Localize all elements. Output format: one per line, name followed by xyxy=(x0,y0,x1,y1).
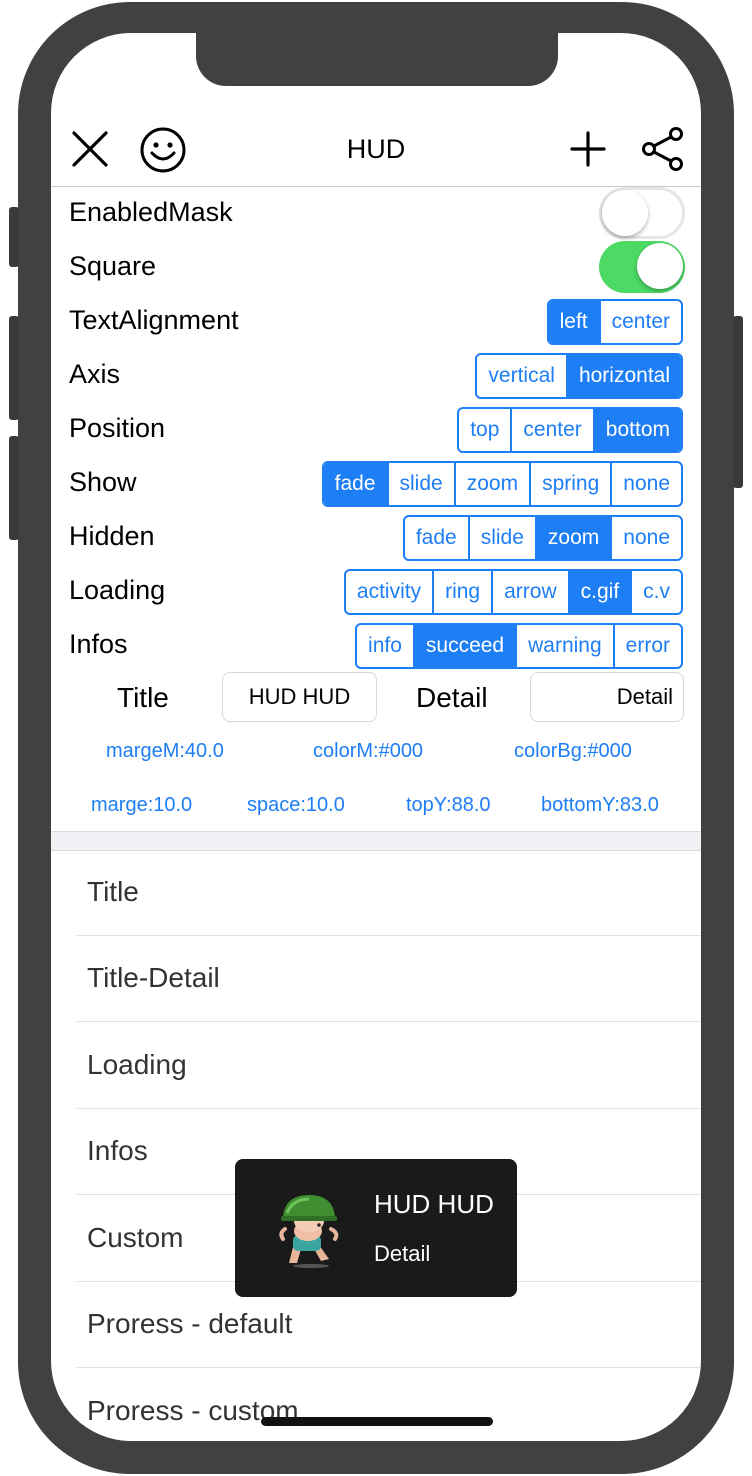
segment-none[interactable]: none xyxy=(610,463,681,505)
segment-center[interactable]: center xyxy=(598,301,681,343)
share-icon[interactable] xyxy=(640,126,686,172)
power-button xyxy=(733,316,743,488)
list-item-label: Loading xyxy=(87,1049,187,1080)
section-separator xyxy=(51,831,701,851)
segment-info[interactable]: info xyxy=(357,625,413,667)
square-toggle[interactable] xyxy=(599,241,685,293)
segment-error[interactable]: error xyxy=(612,625,681,667)
segment-fade[interactable]: fade xyxy=(323,463,387,505)
hud-overlay: HUD HUD Detail xyxy=(235,1159,517,1297)
soldier-icon xyxy=(275,1189,345,1269)
title-field[interactable]: HUD HUD xyxy=(222,672,377,722)
list-item-label: Infos xyxy=(87,1135,148,1166)
bottom-y-button[interactable]: bottomY:83.0 xyxy=(541,794,659,817)
infos-label: Infos xyxy=(69,629,128,659)
segment-arrow[interactable]: arrow xyxy=(491,571,568,613)
segment-succeed[interactable]: succeed xyxy=(412,625,516,667)
home-indicator[interactable] xyxy=(261,1417,493,1426)
list-item[interactable]: Proress - custom xyxy=(51,1369,701,1441)
row-hidden: Hidden fade slide zoom none xyxy=(51,511,701,565)
space-button[interactable]: space:10.0 xyxy=(247,794,345,817)
detail-field[interactable]: Detail xyxy=(530,672,684,722)
segment-none[interactable]: none xyxy=(610,517,681,559)
segment-cgif[interactable]: c.gif xyxy=(567,571,631,613)
axis-label: Axis xyxy=(69,359,121,389)
marge-button[interactable]: marge:10.0 xyxy=(91,794,192,817)
segment-ring[interactable]: ring xyxy=(432,571,491,613)
segment-vertical[interactable]: vertical xyxy=(477,355,566,397)
hidden-label: Hidden xyxy=(69,521,155,551)
square-label: Square xyxy=(69,251,157,281)
screen: HUD EnabledMask Square TextAlignment lef… xyxy=(51,33,701,1441)
list-item-label: Title-Detail xyxy=(87,962,220,993)
list-item-label: Proress - default xyxy=(87,1308,293,1339)
hidden-segmented-control: fade slide zoom none xyxy=(402,515,683,561)
divider xyxy=(77,1021,701,1022)
enabled-mask-label: EnabledMask xyxy=(69,197,233,227)
infos-segmented-control: info succeed warning error xyxy=(355,623,683,669)
color-bg-button[interactable]: colorBg:#000 xyxy=(514,740,632,763)
segment-horizontal[interactable]: horizontal xyxy=(565,355,681,397)
volume-up-button xyxy=(9,316,19,420)
segment-warning[interactable]: warning xyxy=(515,625,613,667)
divider xyxy=(77,1367,701,1368)
title-field-label: Title xyxy=(117,682,169,713)
navigation-bar: HUD xyxy=(51,108,701,187)
hud-detail: Detail xyxy=(374,1241,431,1266)
list-item[interactable]: Loading xyxy=(51,1023,701,1109)
segment-spring[interactable]: spring xyxy=(529,463,610,505)
list-item-label: Title xyxy=(87,876,139,907)
loading-label: Loading xyxy=(69,575,166,605)
toggle-knob xyxy=(637,243,683,289)
notch xyxy=(196,33,558,86)
row-text-alignment: TextAlignment left center xyxy=(51,295,701,349)
segment-center[interactable]: center xyxy=(510,409,592,451)
segment-slide[interactable]: slide xyxy=(386,463,454,505)
axis-segmented-control: vertical horizontal xyxy=(475,353,683,399)
top-y-button[interactable]: topY:88.0 xyxy=(406,794,491,817)
list-item[interactable]: Title-Detail xyxy=(51,936,701,1022)
list-item-label: Custom xyxy=(87,1222,184,1253)
hud-title: HUD HUD xyxy=(374,1189,494,1219)
segment-zoom[interactable]: zoom xyxy=(453,463,529,505)
color-m-button[interactable]: colorM:#000 xyxy=(313,740,423,763)
text-alignment-label: TextAlignment xyxy=(69,305,239,335)
position-segmented-control: top center bottom xyxy=(457,407,683,453)
position-label: Position xyxy=(69,413,166,443)
loading-segmented-control: activity ring arrow c.gif c.v xyxy=(343,569,683,615)
row-enabled-mask: EnabledMask xyxy=(51,187,701,241)
volume-down-button xyxy=(9,436,19,540)
row-show: Show fade slide zoom spring none xyxy=(51,457,701,511)
plus-icon[interactable] xyxy=(565,126,611,172)
show-label: Show xyxy=(69,467,137,497)
row-infos: Infos info succeed warning error xyxy=(51,619,701,673)
enabled-mask-toggle[interactable] xyxy=(599,187,685,239)
text-alignment-segmented-control: left center xyxy=(546,299,683,345)
row-loading: Loading activity ring arrow c.gif c.v xyxy=(51,565,701,619)
segment-slide[interactable]: slide xyxy=(467,517,535,559)
segment-zoom[interactable]: zoom xyxy=(534,517,611,559)
segment-top[interactable]: top xyxy=(459,409,510,451)
marge-m-button[interactable]: margeM:40.0 xyxy=(106,740,224,763)
toggle-knob xyxy=(602,190,648,236)
mute-switch xyxy=(9,207,19,267)
row-position: Position top center bottom xyxy=(51,403,701,457)
row-axis: Axis vertical horizontal xyxy=(51,349,701,403)
row-square: Square xyxy=(51,241,701,295)
list-item[interactable]: Title xyxy=(51,850,701,936)
detail-field-label: Detail xyxy=(416,682,488,713)
segment-fade[interactable]: fade xyxy=(405,517,468,559)
segment-bottom[interactable]: bottom xyxy=(592,409,681,451)
segment-left[interactable]: left xyxy=(548,301,599,343)
show-segmented-control: fade slide zoom spring none xyxy=(321,461,683,507)
segment-activity[interactable]: activity xyxy=(346,571,432,613)
segment-cv[interactable]: c.v xyxy=(630,571,681,613)
